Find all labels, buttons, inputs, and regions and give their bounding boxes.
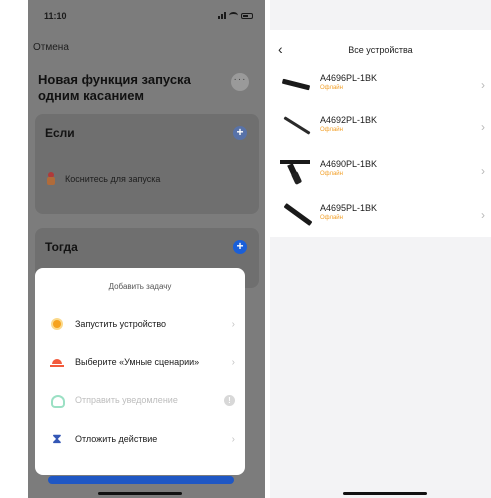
delay-action-option[interactable]: ⧗ Отложить действие › bbox=[35, 427, 245, 451]
device-row[interactable]: A4690PL-1BK Офлайн › bbox=[270, 152, 491, 192]
chevron-right-icon: › bbox=[481, 208, 485, 222]
sunset-icon bbox=[50, 355, 64, 369]
option-label: Выберите «Умные сценарии» bbox=[75, 357, 200, 367]
device-status: Офлайн bbox=[320, 85, 343, 91]
send-notification-option: Отправить уведомление ! bbox=[35, 388, 245, 412]
option-label: Запустить устройство bbox=[75, 319, 167, 329]
save-button-partial[interactable] bbox=[48, 476, 234, 484]
status-bar: 11:10 bbox=[28, 0, 265, 34]
more-options-icon[interactable]: ··· bbox=[231, 73, 249, 91]
cancel-button[interactable]: Отмена bbox=[33, 42, 69, 53]
run-device-option[interactable]: Запустить устройство › bbox=[35, 312, 245, 336]
scene-editor-screen: 11:10 Отмена Новая функция запуска одним… bbox=[28, 0, 265, 498]
device-status: Офлайн bbox=[320, 127, 343, 133]
smart-scenes-option[interactable]: Выберите «Умные сценарии» › bbox=[35, 350, 245, 374]
then-title: Тогда bbox=[45, 240, 78, 254]
tap-to-run-condition[interactable]: Коснитесь для запуска bbox=[45, 172, 160, 186]
chevron-right-icon: › bbox=[481, 120, 485, 134]
device-row[interactable]: A4696PL-1BK Офлайн › bbox=[270, 66, 491, 106]
device-name: A4692PL-1BK bbox=[320, 115, 378, 125]
status-icons bbox=[218, 12, 253, 19]
sheet-title: Добавить задачу bbox=[108, 282, 172, 291]
chevron-right-icon: › bbox=[231, 318, 235, 330]
linear-light-icon bbox=[280, 202, 313, 232]
device-name: A4690PL-1BK bbox=[320, 159, 378, 169]
if-condition-card: Если + Коснитесь для запуска bbox=[35, 114, 259, 214]
add-task-sheet: Добавить задачу Запустить устройство › В… bbox=[35, 268, 245, 475]
option-label: Отложить действие bbox=[75, 434, 158, 444]
nav-bar: ‹ Все устройства bbox=[270, 30, 491, 66]
chevron-right-icon: › bbox=[231, 356, 235, 368]
track-light-icon bbox=[280, 72, 312, 102]
device-row[interactable]: A4695PL-1BK Офлайн › bbox=[270, 196, 491, 236]
home-indicator bbox=[343, 492, 427, 495]
status-time: 11:10 bbox=[44, 11, 67, 21]
device-row[interactable]: A4692PL-1BK Офлайн › bbox=[270, 108, 491, 148]
wifi-icon bbox=[229, 12, 238, 19]
info-icon[interactable]: ! bbox=[224, 394, 235, 406]
add-condition-button[interactable]: + bbox=[233, 126, 247, 140]
device-status: Офлайн bbox=[320, 171, 343, 177]
linear-light-icon bbox=[280, 114, 312, 144]
home-indicator bbox=[98, 492, 182, 495]
battery-icon bbox=[241, 12, 253, 19]
device-name: A4696PL-1BK bbox=[320, 73, 378, 83]
device-status: Офлайн bbox=[320, 215, 343, 221]
bell-icon bbox=[50, 393, 65, 408]
spot-light-icon bbox=[280, 158, 312, 188]
chevron-right-icon: › bbox=[481, 78, 485, 92]
tap-hand-icon bbox=[45, 172, 57, 186]
all-devices-screen: ‹ Все устройства A4696PL-1BK Офлайн › A4… bbox=[270, 0, 491, 498]
chevron-right-icon: › bbox=[231, 433, 235, 445]
page-title: Все устройства bbox=[348, 45, 413, 55]
device-list: A4696PL-1BK Офлайн › A4692PL-1BK Офлайн … bbox=[270, 66, 491, 237]
scene-title: Новая функция запуска одним касанием bbox=[38, 72, 191, 103]
option-label: Отправить уведомление bbox=[75, 395, 178, 405]
sun-icon bbox=[50, 317, 64, 331]
signal-icon bbox=[218, 12, 226, 19]
tap-to-run-label: Коснитесь для запуска bbox=[65, 174, 161, 184]
add-action-button[interactable]: + bbox=[233, 240, 247, 254]
chevron-right-icon: › bbox=[481, 164, 485, 178]
device-name: A4695PL-1BK bbox=[320, 203, 378, 213]
hourglass-icon: ⧗ bbox=[52, 431, 62, 446]
if-title: Если bbox=[45, 126, 75, 140]
